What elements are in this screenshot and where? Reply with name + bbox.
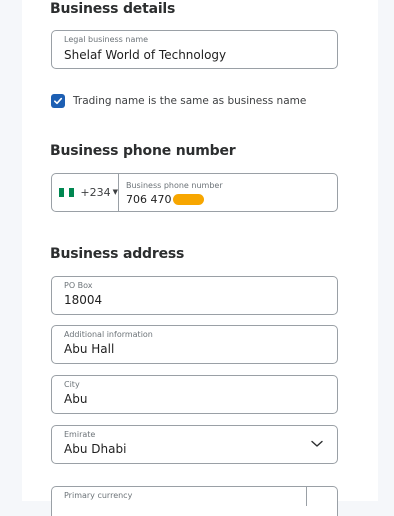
additional-information-value: Abu Hall (64, 342, 115, 356)
po-box-label: PO Box (64, 281, 93, 290)
phone-number-label: Business phone number (126, 181, 223, 190)
city-value: Abu (64, 392, 88, 406)
emirate-label: Emirate (64, 430, 96, 439)
section-title-business-address: Business address (50, 246, 185, 262)
redaction-mark (173, 194, 204, 205)
caret-down-icon: ▼ (112, 187, 118, 196)
city-field[interactable]: City Abu (51, 375, 338, 414)
city-label: City (64, 380, 80, 389)
nigeria-flag-icon (59, 188, 75, 197)
primary-currency-label: Primary currency (64, 491, 133, 500)
country-code-picker[interactable]: +234 ▼ (52, 174, 119, 211)
additional-information-label: Additional information (64, 330, 153, 339)
po-box-field[interactable]: PO Box 18004 (51, 276, 338, 315)
trading-name-checkbox-row[interactable]: Trading name is the same as business nam… (51, 93, 306, 109)
chevron-down-icon (311, 440, 323, 447)
currency-divider (306, 486, 307, 506)
legal-business-name-label: Legal business name (64, 35, 149, 44)
section-title-business-details: Business details (50, 1, 176, 17)
business-phone-field: +234 ▼ Business phone number 706 470 (51, 173, 338, 212)
phone-number-value: 706 470 (126, 193, 172, 206)
section-title-business-phone: Business phone number (50, 143, 236, 159)
trading-name-checkbox-label: Trading name is the same as business nam… (73, 95, 307, 107)
legal-business-name-field[interactable]: Legal business name Shelaf World of Tech… (51, 30, 338, 69)
dial-code: +234 (80, 186, 111, 199)
checkmark-icon (54, 97, 63, 105)
emirate-select[interactable]: Emirate Abu Dhabi (51, 425, 338, 464)
primary-currency-select[interactable]: Primary currency (51, 486, 338, 516)
emirate-value: Abu Dhabi (64, 442, 127, 456)
trading-name-checkbox[interactable] (51, 94, 65, 108)
additional-information-field[interactable]: Additional information Abu Hall (51, 325, 338, 364)
po-box-value: 18004 (64, 293, 103, 307)
legal-business-name-value: Shelaf World of Technology (64, 48, 227, 62)
